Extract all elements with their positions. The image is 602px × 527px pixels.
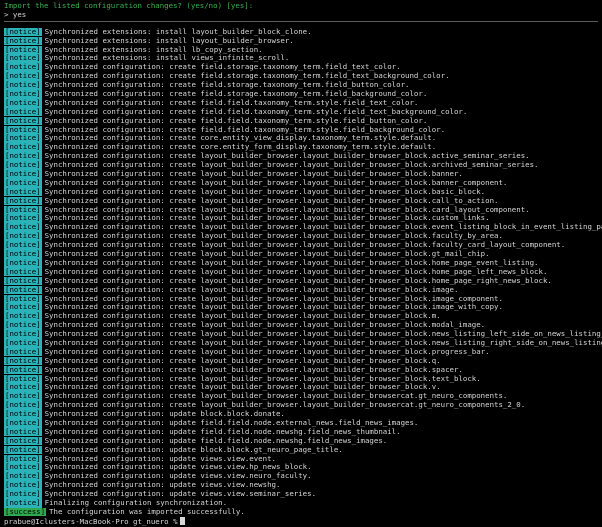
answer-line: > yes <box>4 9 602 20</box>
notice-tag: [notice] <box>4 284 42 295</box>
notice-message: Synchronized configuration: create layou… <box>44 311 441 321</box>
notice-message: Synchronized configuration: create layou… <box>44 400 526 410</box>
notice-message: Finalizing configuration synchronization… <box>44 497 228 507</box>
notice-message: Synchronized configuration: create field… <box>44 71 450 81</box>
notice-message: Synchronized configuration: update views… <box>44 453 276 463</box>
answer-prefix: > <box>4 9 9 19</box>
notice-tag: [notice] <box>4 497 42 508</box>
notice-message: Synchronized configuration: update field… <box>44 426 401 436</box>
notice-message: Synchronized configuration: create field… <box>44 115 428 125</box>
notice-message: Synchronized configuration: create layou… <box>44 293 503 303</box>
notice-message: Synchronized configuration: create layou… <box>44 222 602 232</box>
terminal-window[interactable]: Import the listed configuration changes?… <box>0 0 602 526</box>
notice-message: Synchronized extensions: install layout_… <box>44 26 312 36</box>
notice-message: Synchronized configuration: update views… <box>44 480 281 490</box>
notice-message: Synchronized configuration: create layou… <box>44 177 508 187</box>
notice-message: Synchronized configuration: create layou… <box>44 391 508 401</box>
success-message: The configuration was imported successfu… <box>49 506 245 516</box>
notice-message: Synchronized configuration: create layou… <box>44 186 486 196</box>
notice-message: Synchronized configuration: create layou… <box>44 195 499 205</box>
shell-prompt: prabue@Iclusters-MacBook-Pro gt_nuero % <box>4 516 178 526</box>
notice-message: Synchronized configuration: create field… <box>44 124 446 134</box>
notice-message: Synchronized configuration: update views… <box>44 471 312 481</box>
notice-message: Synchronized configuration: create core.… <box>44 142 437 152</box>
success-line: [success] The configuration was imported … <box>4 506 602 517</box>
notice-message: Synchronized configuration: create layou… <box>44 266 548 276</box>
notice-message: Synchronized extensions: install views_i… <box>44 53 290 63</box>
divider <box>4 20 598 22</box>
notice-message: Synchronized configuration: create layou… <box>44 240 566 250</box>
import-question-default: [yes]: <box>226 1 254 10</box>
answer-value: yes <box>12 9 27 19</box>
notice-message: Synchronized extensions: install lb_copy… <box>44 44 263 54</box>
notice-message: Synchronized configuration: create layou… <box>44 373 481 383</box>
notice-message: Synchronized configuration: update block… <box>44 409 285 419</box>
success-tag: [success] <box>4 506 47 517</box>
notice-message: Synchronized configuration: create layou… <box>44 337 602 347</box>
notice-message: Synchronized extensions: install layout_… <box>44 35 294 45</box>
import-question: Import the listed configuration changes?… <box>4 1 223 10</box>
notice-message: Synchronized configuration: create layou… <box>44 346 490 356</box>
notice-message: Synchronized configuration: create layou… <box>44 151 530 161</box>
notice-message: Synchronized configuration: update field… <box>44 435 388 445</box>
notice-message: Synchronized configuration: create layou… <box>44 364 463 374</box>
notice-message: Synchronized configuration: create layou… <box>44 231 503 241</box>
notice-message: Synchronized configuration: update block… <box>44 444 343 454</box>
notice-message: Synchronized configuration: update field… <box>44 417 419 427</box>
notice-message: Synchronized configuration: create layou… <box>44 213 490 223</box>
notice-message: Synchronized configuration: create field… <box>44 62 401 72</box>
notice-message: Synchronized configuration: create core.… <box>44 133 437 143</box>
notice-message: Synchronized configuration: update views… <box>44 462 312 472</box>
notice-message: Synchronized configuration: create layou… <box>44 169 463 179</box>
notice-message: Synchronized configuration: create layou… <box>44 275 552 285</box>
notice-message: Synchronized configuration: create layou… <box>44 204 530 214</box>
notice-message: Synchronized configuration: create layou… <box>44 382 441 392</box>
notice-tag: [notice] <box>4 364 42 375</box>
notice-message: Synchronized configuration: create layou… <box>44 329 602 339</box>
notice-message: Synchronized configuration: create layou… <box>44 355 441 365</box>
notice-tag: [notice] <box>4 195 42 206</box>
text-cursor <box>179 516 185 525</box>
notice-message: Synchronized configuration: create field… <box>44 89 428 99</box>
notice-message: Synchronized configuration: create layou… <box>44 257 539 267</box>
notice-message: Synchronized configuration: update views… <box>44 489 317 499</box>
notice-message: Synchronized configuration: create layou… <box>44 302 503 312</box>
notice-message: Synchronized configuration: create field… <box>44 80 410 90</box>
notice-tag: [notice] <box>4 444 42 455</box>
import-question-line: Import the listed configuration changes?… <box>4 1 602 11</box>
notice-message: Synchronized configuration: create layou… <box>44 284 459 294</box>
notice-message: Synchronized configuration: create layou… <box>44 160 539 170</box>
notice-message: Synchronized configuration: create field… <box>44 97 419 107</box>
notice-message: Synchronized configuration: create layou… <box>44 249 490 259</box>
shell-prompt-line[interactable]: prabue@Iclusters-MacBook-Pro gt_nuero % <box>4 516 602 526</box>
notice-tag: [notice] <box>4 35 42 46</box>
notice-log: [notice] Synchronized extensions: install… <box>4 26 602 508</box>
notice-message: Synchronized configuration: create layou… <box>44 320 486 330</box>
notice-message: Synchronized configuration: create field… <box>44 106 468 116</box>
notice-tag: [notice] <box>4 115 42 126</box>
